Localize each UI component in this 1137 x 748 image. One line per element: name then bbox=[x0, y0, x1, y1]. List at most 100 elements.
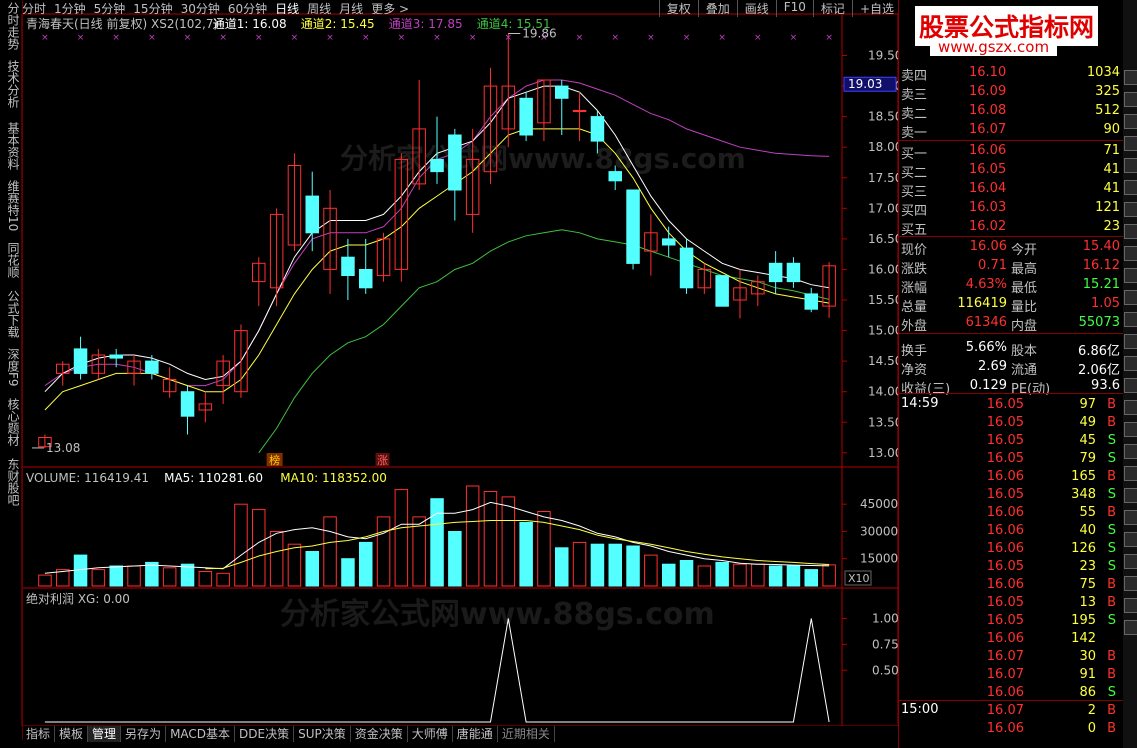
price-tick-label: 13.50 bbox=[868, 415, 898, 429]
formula-tab[interactable]: 大师傅 bbox=[408, 726, 453, 742]
period-tab[interactable]: 更多 > bbox=[371, 0, 409, 14]
tick-row: 16.06 126 S bbox=[899, 540, 1124, 558]
period-tab[interactable]: 周线 bbox=[307, 0, 331, 14]
tick-volume: 23 bbox=[1079, 559, 1096, 574]
left-tab[interactable]: 东财股吧 bbox=[5, 458, 20, 506]
formula-tab[interactable]: 管理 bbox=[88, 726, 122, 742]
bid-row: 买五 16.02 23 bbox=[899, 218, 1124, 238]
stat-label: 今开 bbox=[1011, 243, 1038, 258]
toolbar-button[interactable]: 画线 bbox=[736, 0, 776, 17]
volume-bar bbox=[626, 545, 640, 587]
period-tab[interactable]: 15分钟 bbox=[133, 0, 172, 14]
stat-row: 现价 16.06 今开 15.40 bbox=[899, 238, 1124, 258]
period-tab[interactable]: 分时 bbox=[22, 0, 46, 14]
period-tab[interactable]: 月线 bbox=[339, 0, 363, 14]
volume-bar bbox=[590, 543, 605, 587]
sidebar-tool-icon[interactable] bbox=[1124, 620, 1137, 635]
sidebar-tool-icon[interactable] bbox=[1124, 598, 1137, 613]
stat-label: 涨跌 bbox=[901, 262, 928, 277]
signal-marker: × bbox=[255, 33, 263, 43]
sidebar-tool-icon[interactable] bbox=[1124, 334, 1137, 349]
sidebar-tool-icon[interactable] bbox=[1124, 246, 1137, 261]
tick-volume: 86 bbox=[1079, 685, 1096, 700]
sidebar-tool-icon[interactable] bbox=[1124, 290, 1137, 305]
formula-tab[interactable]: 唐能通 bbox=[453, 726, 498, 742]
tick-side: B bbox=[1107, 505, 1116, 520]
sidebar-tool-icon[interactable] bbox=[1124, 444, 1137, 459]
volume-bar bbox=[555, 547, 569, 587]
left-tab[interactable]: 公式下载 bbox=[5, 290, 20, 338]
sidebar-tool-icon[interactable] bbox=[1124, 510, 1137, 525]
period-tab[interactable]: 1分钟 bbox=[54, 0, 86, 14]
left-tab[interactable]: 分时走势 bbox=[5, 2, 20, 50]
signal-marker: × bbox=[291, 33, 299, 43]
left-tab[interactable]: 基本资料 bbox=[5, 122, 20, 170]
formula-tab[interactable]: SUP决策 bbox=[294, 726, 351, 742]
stat-value: 0.71 bbox=[978, 258, 1007, 273]
sidebar-tool-icon[interactable] bbox=[1124, 180, 1137, 195]
formula-tab[interactable]: 另存为 bbox=[121, 726, 167, 742]
stat-label: 流通 bbox=[1011, 363, 1038, 378]
sidebar-tool-icon[interactable] bbox=[1124, 466, 1137, 481]
sidebar-tool-icon[interactable] bbox=[1124, 268, 1137, 283]
tick-volume: 45 bbox=[1079, 433, 1096, 448]
period-tab[interactable]: 5分钟 bbox=[94, 0, 126, 14]
sidebar-tool-icon[interactable] bbox=[1124, 422, 1137, 437]
sidebar-tool-icon[interactable] bbox=[1124, 224, 1137, 239]
tick-row: 16.06 142 bbox=[899, 630, 1124, 648]
formula-tab[interactable]: 资金决策 bbox=[351, 726, 408, 742]
kline-chart[interactable]: 13.00 13.50 14.00 14.50 15.00 15.50 16.00 16.50… bbox=[0, 0, 898, 726]
formula-tab[interactable]: MACD基本 bbox=[166, 726, 236, 742]
left-tab[interactable]: 技术分析 bbox=[5, 60, 20, 108]
channel-1-value: 通道1: 16.08 bbox=[213, 17, 287, 31]
period-tab[interactable]: 日线 bbox=[275, 0, 299, 14]
tick-row: 16.05 45 S bbox=[899, 432, 1124, 450]
sidebar-tool-icon[interactable] bbox=[1124, 378, 1137, 393]
signal-marker: × bbox=[790, 33, 798, 43]
formula-tab[interactable]: DDE决策 bbox=[235, 726, 295, 742]
left-tab[interactable]: 核心题材 bbox=[5, 398, 20, 446]
toolbar-button[interactable]: F10 bbox=[775, 0, 813, 17]
formula-tab[interactable]: 模板 bbox=[55, 726, 89, 742]
tick-price: 16.06 bbox=[986, 721, 1024, 736]
tick-row: 16.07 91 B bbox=[899, 666, 1124, 684]
volume-unit-label: X10 bbox=[848, 572, 870, 585]
sidebar-tool-icon[interactable] bbox=[1124, 202, 1137, 217]
tick-side: S bbox=[1107, 541, 1116, 556]
left-tab[interactable]: 同花顺 bbox=[5, 242, 20, 278]
tick-row: 16.05 348 S bbox=[899, 486, 1124, 504]
ask-name: 卖三 bbox=[901, 88, 928, 103]
volume-bar bbox=[91, 569, 106, 587]
toolbar-button[interactable]: 标记 bbox=[812, 0, 852, 17]
sidebar-tool-icon[interactable] bbox=[1124, 488, 1137, 503]
formula-tab[interactable]: 指标 bbox=[22, 726, 56, 742]
tick-row: 16.05 49 B bbox=[899, 414, 1124, 432]
sidebar-tool-icon[interactable] bbox=[1124, 136, 1137, 151]
period-tab[interactable]: 60分钟 bbox=[228, 0, 267, 14]
left-tab[interactable]: 深度F9 bbox=[5, 348, 20, 387]
tick-price: 16.06 bbox=[986, 577, 1024, 592]
sidebar-tool-icon[interactable] bbox=[1124, 400, 1137, 415]
stat-value: 93.6 bbox=[1091, 378, 1120, 393]
tick-volume: 79 bbox=[1079, 451, 1096, 466]
toolbar-button[interactable]: +自选 bbox=[851, 0, 901, 17]
toolbar-button[interactable]: 叠加 bbox=[697, 0, 737, 17]
sidebar-tool-icon[interactable] bbox=[1124, 70, 1137, 85]
sidebar-tool-icon[interactable] bbox=[1124, 554, 1137, 569]
candle-body bbox=[359, 269, 373, 289]
sidebar-tool-icon[interactable] bbox=[1124, 532, 1137, 547]
volume-bar bbox=[768, 565, 783, 587]
left-tab[interactable]: 维赛特10 bbox=[5, 180, 20, 231]
sidebar-tool-icon[interactable] bbox=[1124, 312, 1137, 327]
volume-bar bbox=[501, 496, 516, 587]
toolbar-button[interactable]: 复权 bbox=[658, 0, 698, 17]
low-price-label: 13.08 bbox=[46, 441, 80, 455]
sidebar-tool-icon[interactable] bbox=[1124, 158, 1137, 173]
period-tab[interactable]: 30分钟 bbox=[181, 0, 220, 14]
tick-volume: 142 bbox=[1071, 631, 1096, 646]
sidebar-tool-icon[interactable] bbox=[1124, 576, 1137, 591]
sidebar-tool-icon[interactable] bbox=[1124, 92, 1137, 107]
tick-side: S bbox=[1107, 523, 1116, 538]
sidebar-tool-icon[interactable] bbox=[1124, 356, 1137, 371]
sidebar-tool-icon[interactable] bbox=[1124, 114, 1137, 129]
